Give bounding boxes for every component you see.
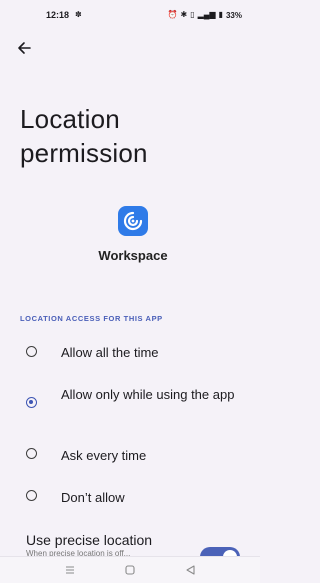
workspace-logo-glyph <box>123 211 143 231</box>
back-button[interactable] <box>12 36 36 60</box>
precise-location-title: Use precise location <box>26 532 153 548</box>
home-button[interactable] <box>120 560 140 580</box>
alarm-icon: ⏰ <box>167 10 178 19</box>
workspace-app-icon <box>118 206 148 236</box>
navigation-bar <box>0 556 260 583</box>
notification-icon: ✽ <box>75 10 82 19</box>
option-label: Allow all the time <box>61 345 159 360</box>
battery-level: 33% <box>225 10 242 20</box>
battery-icon: ▮ <box>218 10 223 19</box>
radio-button[interactable] <box>26 490 37 501</box>
back-nav-button[interactable] <box>180 560 200 580</box>
radio-button-selected[interactable] <box>26 397 37 408</box>
status-time: 12:18 <box>46 10 70 20</box>
home-icon <box>125 565 135 575</box>
back-triangle-icon <box>185 565 195 575</box>
radio-button[interactable] <box>26 346 37 357</box>
radio-button[interactable] <box>26 448 37 459</box>
app-name: Workspace <box>98 248 168 263</box>
section-header: LOCATION ACCESS FOR THIS APP <box>20 314 163 323</box>
option-label: Ask every time <box>61 448 147 463</box>
option-label: Allow only while using the app <box>61 387 235 402</box>
recents-icon <box>66 566 74 574</box>
arrow-back-icon <box>18 42 31 54</box>
recents-button[interactable] <box>60 560 80 580</box>
page-title: Location permission <box>20 104 148 168</box>
bluetooth-icon: ✱ <box>180 10 188 19</box>
status-bar: 12:18 ✽ ⏰ ✱ ▯ ▂▄▆ ▮ 33% <box>0 0 260 30</box>
option-label: Don’t allow <box>61 490 125 505</box>
status-left: 12:18 ✽ <box>46 10 82 20</box>
signal-icon: ▂▄▆ <box>197 10 216 19</box>
vibrate-icon: ▯ <box>190 10 195 19</box>
status-right: ⏰ ✱ ▯ ▂▄▆ ▮ 33% <box>168 11 242 20</box>
